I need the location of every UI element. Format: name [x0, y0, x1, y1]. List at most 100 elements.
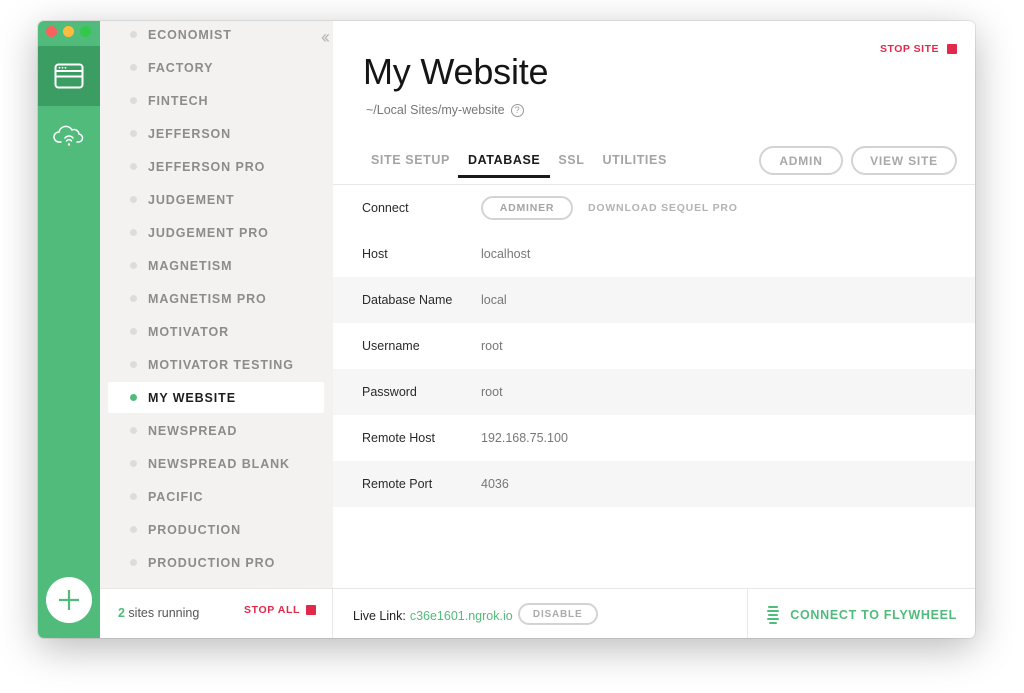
site-list-item[interactable]: MAGNETISM — [108, 250, 324, 281]
site-name: MOTIVATOR — [148, 324, 230, 339]
live-link-url[interactable]: c36e1601.ngrok.io — [410, 609, 513, 623]
site-name: JUDGEMENT — [148, 192, 235, 207]
site-list-item[interactable]: MOTIVATOR — [108, 316, 324, 347]
site-path-text: ~/Local Sites/my-website — [366, 103, 505, 117]
site-list: ‹‹ ECONOMIST FACTORY FINTECH JEFFERSON JEFFE… — [100, 21, 333, 588]
flywheel-icon — [767, 606, 780, 624]
connect-to-flywheel-button[interactable]: CONNECT TO FLYWHEEL — [766, 605, 957, 625]
site-list-item[interactable]: JUDGEMENT — [108, 184, 324, 215]
site-list-item[interactable]: ECONOMIST — [108, 21, 324, 50]
site-name: FACTORY — [148, 60, 214, 75]
stopped-status-dot — [130, 559, 137, 566]
stopped-status-dot — [130, 295, 137, 302]
tab-utilities[interactable]: UTILITIES — [602, 149, 666, 178]
site-name: JEFFERSON — [148, 126, 232, 141]
stopped-status-dot — [130, 229, 137, 236]
field-value: 192.168.75.100 — [481, 431, 568, 445]
stopped-status-dot — [130, 493, 137, 500]
nav-rail — [38, 21, 100, 638]
stopped-status-dot — [130, 361, 137, 368]
site-list-item[interactable]: PACIFIC — [108, 481, 324, 512]
site-list-item[interactable]: NEWSPREAD — [108, 415, 324, 446]
minimize-window-button[interactable] — [63, 26, 74, 37]
stop-all-button[interactable]: STOP ALL — [244, 604, 316, 616]
live-link: Live Link: c36e1601.ngrok.io DISABLE — [353, 603, 598, 625]
divider — [747, 589, 748, 638]
live-link-label: Live Link: — [353, 608, 406, 623]
site-list-item[interactable]: PRODUCTION PRO — [108, 547, 324, 578]
rail-sites-button[interactable] — [38, 46, 100, 106]
tab-site-setup[interactable]: SITE SETUP — [371, 149, 450, 178]
field-value: root — [481, 385, 503, 399]
site-detail-pane: STOP SITE My Website ~/Local Sites/my-we… — [333, 21, 975, 588]
site-name: JUDGEMENT PRO — [148, 225, 269, 240]
stopped-status-dot — [130, 328, 137, 335]
stopped-status-dot — [130, 64, 137, 71]
site-list-item[interactable]: MAGNETISM PRO — [108, 283, 324, 314]
field-label: Host — [362, 247, 388, 261]
table-row: Password root — [333, 369, 975, 415]
table-row: Remote Port 4036 — [333, 461, 975, 507]
stop-square-icon — [947, 44, 957, 54]
stopped-status-dot — [130, 31, 137, 38]
stopped-status-dot — [130, 130, 137, 137]
plus-icon — [59, 590, 79, 610]
stopped-status-dot — [130, 262, 137, 269]
add-site-button[interactable] — [46, 577, 92, 623]
site-list-footer: 2 sites running STOP ALL — [100, 588, 333, 638]
site-name: PACIFIC — [148, 489, 204, 504]
table-row: Database Name local — [333, 277, 975, 323]
site-list-item[interactable]: PRODUCTION — [108, 514, 324, 545]
adminer-button[interactable]: ADMINER — [481, 196, 573, 220]
field-label: Password — [362, 385, 417, 399]
download-sequel-pro-link[interactable]: DOWNLOAD SEQUEL PRO — [588, 202, 738, 214]
stop-all-label: STOP ALL — [244, 604, 300, 616]
app-window: ‹‹ ECONOMIST FACTORY FINTECH JEFFERSON JEFFE… — [38, 21, 975, 638]
window-controls — [46, 26, 91, 37]
site-list-item[interactable]: JUDGEMENT PRO — [108, 217, 324, 248]
rail-cloud-button[interactable] — [38, 116, 100, 156]
site-list-item[interactable]: FACTORY — [108, 52, 324, 83]
zoom-window-button[interactable] — [80, 26, 91, 37]
field-label: Database Name — [362, 293, 453, 307]
site-list-item[interactable]: MY WEBSITE — [108, 382, 324, 413]
site-list-item[interactable]: JEFFERSON PRO — [108, 151, 324, 182]
site-list-item[interactable]: NEWSPREAD BLANK — [108, 448, 324, 479]
field-label: Remote Port — [362, 477, 433, 491]
site-list-item[interactable]: MOTIVATOR TESTING — [108, 349, 324, 380]
field-value: root — [481, 339, 503, 353]
tab-bar: SITE SETUP DATABASE SSL UTILITIES — [371, 149, 685, 178]
tab-database[interactable]: DATABASE — [457, 149, 551, 178]
disable-live-link-button[interactable]: DISABLE — [517, 603, 598, 625]
sites-running-status: 2 sites running — [118, 606, 200, 620]
field-label: Username — [362, 339, 420, 353]
field-label: Remote Host — [362, 431, 435, 445]
stopped-status-dot — [130, 196, 137, 203]
running-status-dot — [130, 394, 137, 401]
admin-button[interactable]: ADMIN — [759, 146, 843, 175]
site-name: NEWSPREAD BLANK — [148, 456, 290, 471]
field-value: 4036 — [481, 477, 509, 491]
view-site-button[interactable]: VIEW SITE — [851, 146, 957, 175]
info-icon[interactable]: ? — [510, 103, 524, 117]
stopped-status-dot — [130, 427, 137, 434]
field-value: local — [481, 293, 507, 307]
bottom-bar: Live Link: c36e1601.ngrok.io DISABLE CON… — [333, 588, 975, 638]
page-title: My Website — [363, 51, 549, 92]
stop-site-label: STOP SITE — [880, 43, 939, 55]
site-name: MAGNETISM PRO — [148, 291, 267, 306]
stopped-status-dot — [130, 163, 137, 170]
stop-site-button[interactable]: STOP SITE — [880, 43, 957, 55]
site-list-item[interactable]: JEFFERSON — [108, 118, 324, 149]
site-list-item[interactable]: FINTECH — [108, 85, 324, 116]
tab-ssl[interactable]: SSL — [558, 149, 584, 178]
field-value: localhost — [481, 247, 531, 261]
site-name: MAGNETISM — [148, 258, 233, 273]
browser-window-icon — [54, 63, 84, 89]
stopped-status-dot — [130, 526, 137, 533]
stop-square-icon — [306, 605, 316, 615]
connect-label: Connect — [362, 201, 409, 215]
close-window-button[interactable] — [46, 26, 57, 37]
site-name: PRODUCTION — [148, 522, 242, 537]
cloud-sync-icon — [53, 125, 84, 146]
